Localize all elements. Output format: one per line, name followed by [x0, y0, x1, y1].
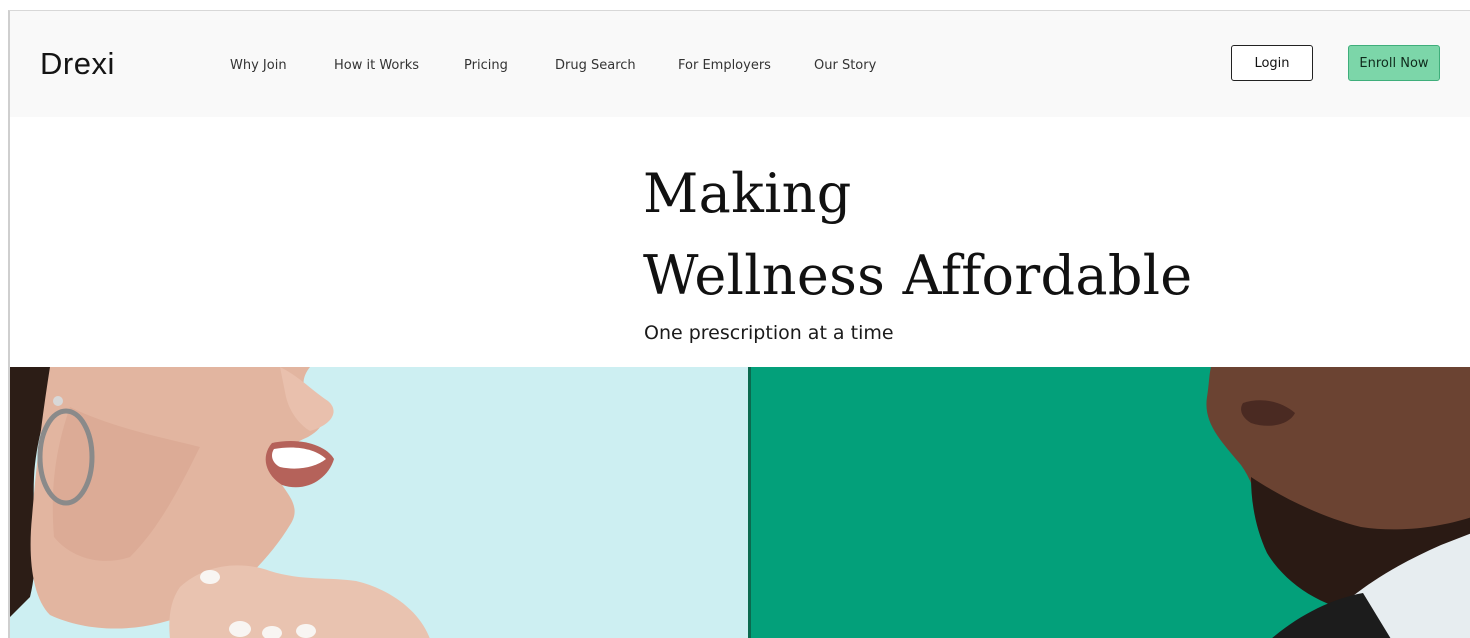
smiling-man-illustration	[1206, 367, 1470, 638]
enroll-now-button[interactable]: Enroll Now	[1348, 45, 1440, 81]
hero-title: Making Wellness Affordable	[643, 153, 1193, 317]
hero-title-line-1: Making	[643, 162, 852, 225]
nav-link-how-it-works[interactable]: How it Works	[334, 58, 419, 73]
nav-link-for-employers[interactable]: For Employers	[678, 58, 771, 73]
hero-subtitle: One prescription at a time	[644, 322, 894, 344]
hero-title-line-2: Wellness Affordable	[643, 244, 1193, 307]
nav-link-why-join[interactable]: Why Join	[230, 58, 287, 73]
browser-viewport: Drexi Why Join How it Works Pricing Drug…	[8, 10, 1470, 638]
smiling-woman-illustration	[10, 367, 430, 638]
nav-link-pricing[interactable]: Pricing	[464, 58, 508, 73]
top-navbar: Drexi Why Join How it Works Pricing Drug…	[10, 11, 1470, 117]
drexi-logo[interactable]: Drexi	[40, 46, 115, 82]
login-button[interactable]: Login	[1231, 45, 1313, 81]
smiling-woman-photo	[10, 367, 748, 638]
smiling-man-photo	[748, 367, 1470, 638]
nav-link-drug-search[interactable]: Drug Search	[555, 58, 636, 73]
nav-link-our-story[interactable]: Our Story	[814, 58, 876, 73]
